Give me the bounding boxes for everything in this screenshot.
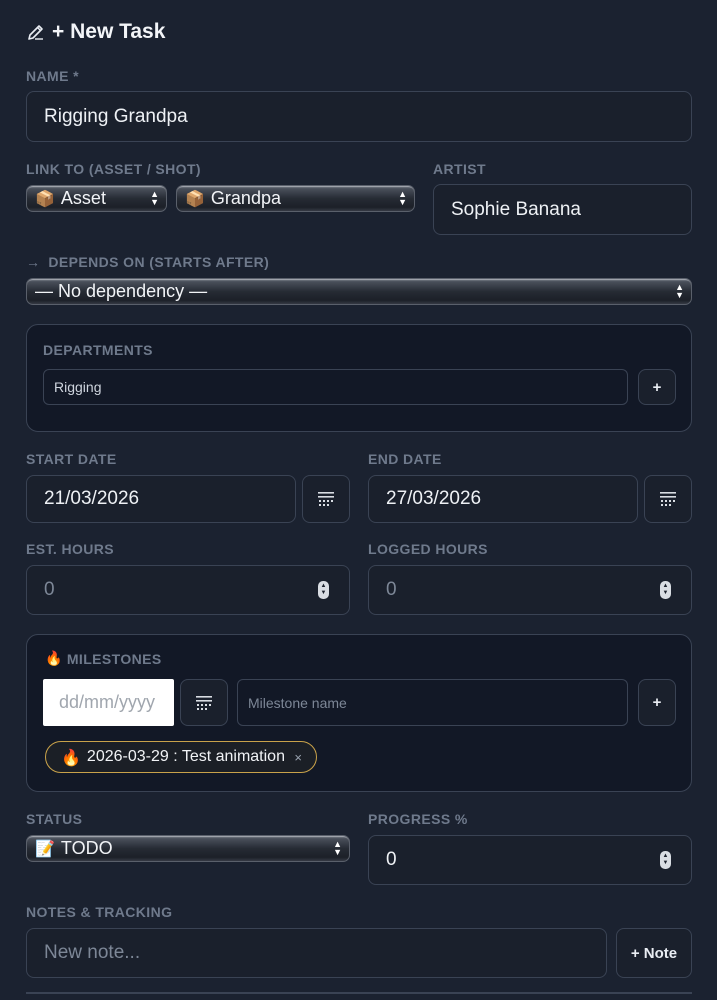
logged-hours-value: 0 [386, 579, 397, 600]
artist-input-value: Sophie Banana [451, 198, 581, 220]
depends-label: → DEPENDS ON (STARTS AFTER) [26, 254, 269, 270]
start-date-input[interactable]: 21/03/2026 [26, 475, 296, 523]
stepper-icon: ▲ ▼ [660, 851, 671, 869]
milestone-tag-text: 2026-03-29 : Test animation [86, 748, 285, 765]
new-task-form: + New Task NAME * Rigging Grandpa LINK T… [0, 0, 717, 1000]
end-date-input[interactable]: 27/03/2026 [368, 475, 638, 523]
stepper-icon: ▲ ▼ [660, 581, 671, 599]
notes-label: NOTES & TRACKING [26, 904, 173, 920]
progress-value: 0 [386, 849, 397, 870]
status-value: TODO [60, 838, 113, 858]
form-title: + New Task [26, 18, 165, 46]
departments-input[interactable]: Rigging [43, 369, 628, 405]
artist-label: ARTIST [433, 161, 486, 177]
pencil-icon [28, 25, 43, 40]
package-icon: 📦 [35, 189, 55, 208]
add-milestone-label: + [652, 694, 662, 711]
milestone-date-input[interactable]: dd/mm/yyyy [43, 679, 174, 726]
status-label: STATUS [26, 811, 83, 827]
progress-label: PROGRESS % [368, 811, 468, 827]
select-arrows-icon: ▲ ▼ [675, 282, 684, 300]
memo-icon: 📝 [35, 839, 55, 858]
add-milestone-button[interactable]: + [638, 679, 676, 726]
est-hours-value: 0 [44, 579, 55, 600]
milestone-tag: 🔥 2026-03-29 : Test animation × [45, 741, 317, 773]
link-target-select[interactable]: 📦 Grandpa ▲ ▼ [176, 185, 415, 212]
calendar-icon [196, 695, 212, 710]
calendar-icon [318, 492, 334, 506]
arrow-right-icon: → [26, 254, 41, 270]
name-label: NAME * [26, 68, 79, 84]
logged-hours-input[interactable]: 0 ▲ ▼ [368, 565, 692, 615]
milestone-name-placeholder: Milestone name [248, 694, 347, 711]
est-hours-input[interactable]: 0 ▲ ▼ [26, 565, 350, 615]
est-hours-label: EST. HOURS [26, 541, 115, 557]
milestones-label-text: MILESTONES [66, 651, 162, 667]
name-input[interactable]: Rigging Grandpa [26, 91, 692, 142]
select-arrows-icon: ▲ ▼ [398, 189, 407, 207]
link-target-value: Grandpa [210, 188, 281, 208]
depends-label-text: DEPENDS ON (STARTS AFTER) [48, 254, 270, 270]
add-department-button[interactable]: + [638, 369, 676, 405]
name-input-value: Rigging Grandpa [44, 105, 188, 127]
departments-label: DEPARTMENTS [43, 342, 153, 358]
depends-select[interactable]: — No dependency — ▲ ▼ [26, 278, 692, 305]
divider [26, 992, 692, 994]
start-date-value: 21/03/2026 [44, 488, 140, 509]
end-date-value: 27/03/2026 [386, 488, 482, 509]
link-type-select[interactable]: 📦 Asset ▲ ▼ [26, 185, 167, 212]
form-title-text: + New Task [52, 20, 166, 43]
package-icon: 📦 [185, 189, 205, 208]
start-date-picker-button[interactable] [302, 475, 350, 523]
calendar-icon [660, 492, 676, 506]
milestone-date-placeholder: dd/mm/yyyy [59, 692, 156, 712]
note-placeholder: New note... [44, 942, 141, 963]
departments-value: Rigging [54, 379, 102, 395]
milestone-date-picker-button[interactable] [180, 679, 228, 726]
milestones-label: 🔥 MILESTONES [45, 651, 162, 667]
add-note-label: + Note [630, 944, 678, 962]
end-date-label: END DATE [368, 451, 442, 467]
add-note-button[interactable]: + Note [616, 928, 692, 978]
start-date-label: START DATE [26, 451, 117, 467]
link-label: LINK TO (ASSET / SHOT) [26, 161, 201, 177]
add-department-label: + [652, 378, 662, 396]
link-type-value: Asset [60, 188, 106, 208]
logged-hours-label: LOGGED HOURS [368, 541, 488, 557]
end-date-picker-button[interactable] [644, 475, 692, 523]
fire-icon: 🔥 [45, 651, 63, 667]
remove-milestone-icon[interactable]: × [294, 750, 302, 765]
milestone-name-input[interactable]: Milestone name [237, 679, 628, 726]
artist-input[interactable]: Sophie Banana [433, 184, 692, 235]
status-select[interactable]: 📝 TODO ▲ ▼ [26, 835, 350, 862]
depends-value: — No dependency — [35, 281, 208, 301]
fire-icon: 🔥 [61, 747, 81, 767]
progress-input[interactable]: 0 ▲ ▼ [368, 835, 692, 885]
note-input[interactable]: New note... [26, 928, 607, 978]
stepper-icon: ▲ ▼ [318, 581, 329, 599]
select-arrows-icon: ▲ ▼ [150, 189, 159, 207]
select-arrows-icon: ▲ ▼ [333, 839, 342, 857]
